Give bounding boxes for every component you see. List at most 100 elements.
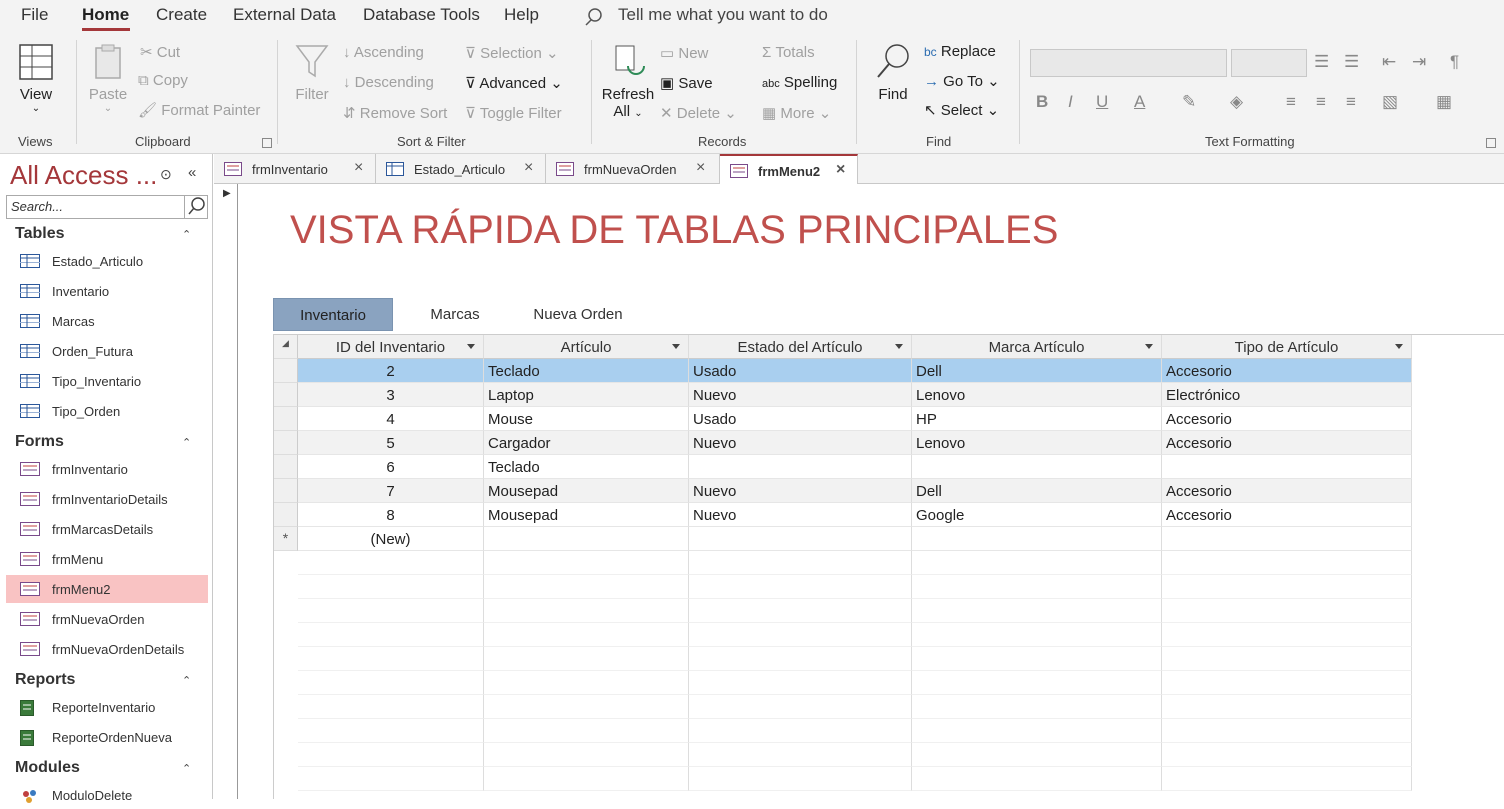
- column-header[interactable]: ID del Inventario: [298, 335, 484, 359]
- table-row[interactable]: 4 Mouse Usado HP Accesorio: [274, 407, 1504, 431]
- nav-item-frminventariodetails[interactable]: frmInventarioDetails: [6, 485, 208, 513]
- ascending-button[interactable]: ↓ Ascending: [343, 44, 424, 61]
- record-selector[interactable]: [274, 479, 298, 503]
- underline-icon[interactable]: U: [1096, 92, 1108, 112]
- tab-frminventario[interactable]: frmInventario ×: [214, 154, 376, 184]
- nav-section-modules[interactable]: Modules: [15, 759, 80, 777]
- nav-item-inventario[interactable]: Inventario: [6, 277, 208, 305]
- table-cell[interactable]: Accesorio: [1162, 431, 1412, 455]
- nav-item-frminventario[interactable]: frmInventario: [6, 455, 208, 483]
- collapse-section-icon[interactable]: ⌃: [182, 436, 191, 449]
- table-cell[interactable]: Laptop: [484, 383, 689, 407]
- nav-item-frmmenu[interactable]: frmMenu: [6, 545, 208, 573]
- font-size-combo[interactable]: [1231, 49, 1307, 77]
- nav-item-marcas[interactable]: Marcas: [6, 307, 208, 335]
- column-header[interactable]: Marca Artículo: [912, 335, 1162, 359]
- bold-icon[interactable]: B: [1036, 92, 1048, 112]
- collapse-section-icon[interactable]: ⌃: [182, 674, 191, 687]
- fill-color-icon[interactable]: ◈: [1230, 92, 1243, 112]
- table-row[interactable]: 7 Mousepad Nuevo Dell Accesorio: [274, 479, 1504, 503]
- menu-help[interactable]: Help: [504, 5, 539, 25]
- tab-estado-articulo[interactable]: Estado_Articulo ×: [376, 154, 546, 184]
- table-cell[interactable]: 2: [298, 359, 484, 383]
- alternate-row-color-icon[interactable]: ▦: [1436, 92, 1452, 112]
- table-cell[interactable]: Cargador: [484, 431, 689, 455]
- table-cell[interactable]: Nuevo: [689, 431, 912, 455]
- replace-button[interactable]: bc Replace: [924, 43, 996, 60]
- collapse-section-icon[interactable]: ⌃: [182, 228, 191, 241]
- search-icon[interactable]: [184, 195, 208, 219]
- font-name-combo[interactable]: [1030, 49, 1227, 77]
- align-right-icon[interactable]: ≡: [1346, 92, 1356, 112]
- new-record-row[interactable]: * (New): [274, 527, 1504, 551]
- record-selector[interactable]: [274, 503, 298, 527]
- table-cell[interactable]: Accesorio: [1162, 503, 1412, 527]
- nav-search-input[interactable]: Search...: [6, 195, 208, 219]
- table-row[interactable]: 5 Cargador Nuevo Lenovo Accesorio: [274, 431, 1504, 455]
- nav-title[interactable]: All Access ...: [10, 160, 157, 191]
- more-button[interactable]: ▦ More ⌄: [762, 104, 831, 122]
- nav-menu-dropdown-icon[interactable]: ⊙: [160, 166, 172, 183]
- find-button[interactable]: Find: [870, 42, 916, 103]
- nav-item-tipo-inventario[interactable]: Tipo_Inventario: [6, 367, 208, 395]
- copy-button[interactable]: ⧉ Copy: [138, 72, 188, 89]
- table-cell[interactable]: Accesorio: [1162, 359, 1412, 383]
- table-cell[interactable]: HP: [912, 407, 1162, 431]
- nav-item-frmmarcasdetails[interactable]: frmMarcasDetails: [6, 515, 208, 543]
- menu-create[interactable]: Create: [156, 5, 207, 25]
- table-cell[interactable]: Accesorio: [1162, 479, 1412, 503]
- table-cell[interactable]: 4: [298, 407, 484, 431]
- descending-button[interactable]: ↓ Descending: [343, 74, 434, 91]
- tab-frmnuevaorden[interactable]: frmNuevaOrden ×: [546, 154, 720, 184]
- record-selector[interactable]: [274, 431, 298, 455]
- table-row[interactable]: 3 Laptop Nuevo Lenovo Electrónico: [274, 383, 1504, 407]
- menu-file[interactable]: File: [21, 5, 48, 25]
- tab-frmmenu2[interactable]: frmMenu2 ×: [720, 154, 858, 185]
- select-button[interactable]: ↖ Select ⌄: [924, 101, 999, 119]
- table-cell[interactable]: 5: [298, 431, 484, 455]
- table-cell[interactable]: Nuevo: [689, 383, 912, 407]
- bullets-icon[interactable]: ☰: [1314, 52, 1329, 72]
- record-selector[interactable]: *: [274, 527, 298, 551]
- delete-button[interactable]: ✕ Delete ⌄: [660, 104, 737, 122]
- table-cell[interactable]: Google: [912, 503, 1162, 527]
- nav-item-modulodelete[interactable]: ModuloDelete: [6, 781, 208, 809]
- menu-external-data[interactable]: External Data: [233, 5, 336, 25]
- table-row[interactable]: 8 Mousepad Nuevo Google Accesorio: [274, 503, 1504, 527]
- record-selector[interactable]: [274, 407, 298, 431]
- toggle-filter-button[interactable]: ⊽ Toggle Filter: [465, 104, 562, 122]
- nav-item-frmmenu2[interactable]: frmMenu2: [6, 575, 208, 603]
- form-record-selector[interactable]: ▶: [214, 184, 238, 799]
- nav-section-forms[interactable]: Forms: [15, 433, 64, 451]
- filter-button[interactable]: Filter: [290, 42, 334, 103]
- paste-button[interactable]: Paste ⌄: [86, 42, 130, 114]
- collapse-pane-icon[interactable]: «: [188, 164, 196, 181]
- nav-item-reporteordennueva[interactable]: ReporteOrdenNueva: [6, 723, 208, 751]
- table-cell[interactable]: Nuevo: [689, 503, 912, 527]
- form-tab-marcas[interactable]: Marcas: [410, 298, 500, 331]
- table-cell[interactable]: Lenovo: [912, 383, 1162, 407]
- advanced-button[interactable]: ⊽ Advanced ⌄: [465, 74, 563, 92]
- table-cell[interactable]: [1162, 455, 1412, 479]
- nav-item-estado-articulo[interactable]: Estado_Articulo: [6, 247, 208, 275]
- table-cell[interactable]: Accesorio: [1162, 407, 1412, 431]
- goto-button[interactable]: → Go To ⌄: [924, 72, 1000, 90]
- close-icon[interactable]: ×: [696, 159, 705, 177]
- remove-sort-button[interactable]: ⇵ Remove Sort: [343, 104, 447, 122]
- paragraph-icon[interactable]: ¶: [1450, 52, 1459, 72]
- table-cell[interactable]: 3: [298, 383, 484, 407]
- table-cell[interactable]: 6: [298, 455, 484, 479]
- table-cell[interactable]: 8: [298, 503, 484, 527]
- table-cell[interactable]: Dell: [912, 479, 1162, 503]
- record-selector[interactable]: [274, 383, 298, 407]
- table-cell[interactable]: [912, 527, 1162, 551]
- table-cell[interactable]: (New): [298, 527, 484, 551]
- table-cell[interactable]: Lenovo: [912, 431, 1162, 455]
- outdent-icon[interactable]: ⇤: [1382, 52, 1396, 72]
- collapse-section-icon[interactable]: ⌃: [182, 762, 191, 775]
- table-cell[interactable]: Usado: [689, 407, 912, 431]
- record-selector[interactable]: [274, 455, 298, 479]
- table-cell[interactable]: Electrónico: [1162, 383, 1412, 407]
- menu-database-tools[interactable]: Database Tools: [363, 5, 480, 25]
- table-cell[interactable]: Teclado: [484, 455, 689, 479]
